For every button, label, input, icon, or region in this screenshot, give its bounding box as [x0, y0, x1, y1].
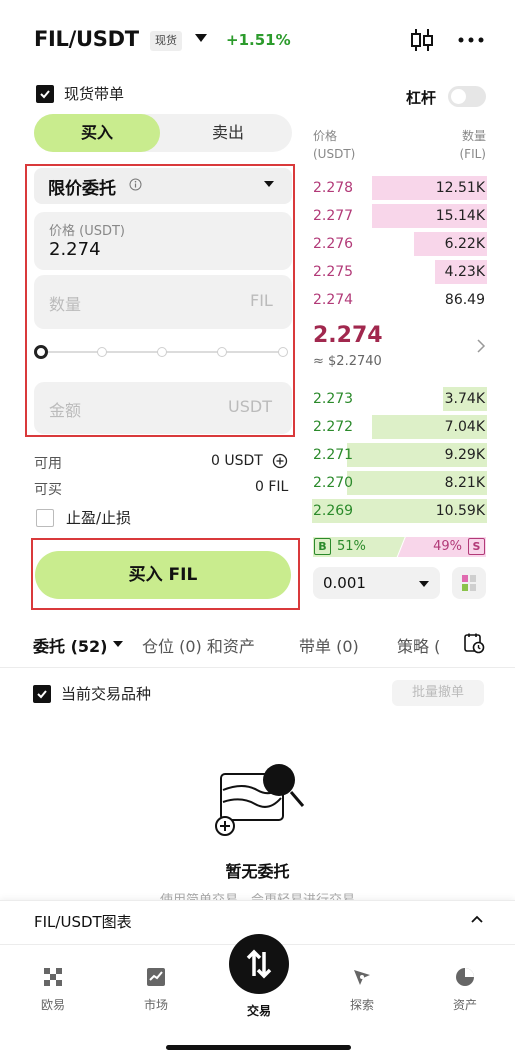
bid-row[interactable]: 2.271 9.29K: [312, 443, 487, 467]
ask-price: 2.274: [313, 292, 354, 308]
leverage-toggle[interactable]: [448, 86, 486, 107]
chevron-right-icon[interactable]: [476, 338, 486, 354]
ask-row[interactable]: 2.278 12.51K: [312, 176, 487, 200]
bid-quantity: 10.59K: [435, 503, 485, 519]
leverage-label: 杠杆: [406, 89, 437, 107]
nav-label-explore: 探索: [349, 998, 374, 1012]
market-chart-icon: [147, 968, 165, 986]
chevron-up-icon[interactable]: [470, 914, 484, 924]
tpsl-label: 止盈/止损: [66, 509, 132, 527]
tab-orders[interactable]: 委托 (52): [33, 633, 107, 657]
buyable-value: 0 FIL: [255, 479, 289, 495]
qty-header-unit: (FIL): [459, 147, 487, 161]
bid-quantity: 3.74K: [444, 391, 485, 407]
ask-quantity: 12.51K: [435, 180, 485, 196]
okx-logo-icon: [44, 968, 62, 986]
orderbook-price-header: 价格 (USDT): [313, 127, 355, 163]
ask-price: 2.277: [313, 208, 354, 224]
ask-price: 2.275: [313, 264, 354, 280]
nav-item-trade[interactable]: [229, 934, 289, 994]
buy-sell-ratio-bar: B 51% 49% S: [313, 537, 486, 557]
tpsl-checkbox[interactable]: [36, 509, 54, 527]
nav-item-explore[interactable]: 探索: [332, 966, 392, 1013]
available-value: 0 USDT: [211, 453, 263, 469]
pair-dropdown-caret-icon[interactable]: [195, 34, 207, 42]
trade-arrows-icon: [246, 949, 272, 979]
follow-order-checkbox[interactable]: [36, 85, 54, 103]
bid-row[interactable]: 2.270 8.21K: [312, 471, 487, 495]
sell-ratio-text: 49%: [433, 539, 462, 554]
price-header-unit: (USDT): [313, 147, 356, 161]
current-pair-label: 当前交易品种: [61, 685, 152, 703]
nav-item-assets[interactable]: 资产: [435, 966, 495, 1013]
ask-quantity: 86.49: [444, 292, 485, 308]
nav-label-assets: 资产: [452, 998, 477, 1012]
more-options-icon[interactable]: [455, 26, 487, 54]
bid-price: 2.269: [313, 503, 354, 519]
bid-quantity: 9.29K: [444, 447, 485, 463]
home-indicator: [166, 1045, 351, 1050]
explore-compass-icon: [354, 970, 370, 985]
nav-label-trade: 交易: [246, 1004, 271, 1018]
price-header-label: 价格: [313, 129, 338, 143]
ask-row[interactable]: 2.274 86.49: [312, 288, 487, 312]
sell-tab[interactable]: 卖出: [164, 114, 292, 152]
sell-badge: S: [468, 538, 485, 555]
buy-ratio-text: 51%: [337, 539, 366, 554]
toggle-knob: [451, 89, 466, 104]
price-change-percent: +1.51%: [226, 31, 291, 49]
bid-quantity: 7.04K: [444, 419, 485, 435]
bid-row[interactable]: 2.273 3.74K: [312, 387, 487, 411]
deposit-plus-icon[interactable]: [272, 453, 288, 469]
ask-price: 2.278: [313, 180, 354, 196]
trading-pair-title[interactable]: FIL/USDT: [34, 27, 139, 51]
market-type-badge: 现货: [150, 31, 182, 51]
nav-item-okx[interactable]: 欧易: [23, 966, 83, 1013]
tab-strategy[interactable]: 策略 (: [397, 633, 440, 657]
bid-price: 2.272: [313, 419, 354, 435]
ask-quantity: 6.22K: [444, 236, 485, 252]
ask-quantity: 4.23K: [444, 264, 485, 280]
nav-item-market[interactable]: 市场: [126, 966, 186, 1013]
precision-value: 0.001: [323, 574, 366, 592]
ask-row[interactable]: 2.276 6.22K: [312, 232, 487, 256]
qty-header-label: 数量: [461, 129, 486, 143]
buyable-label: 可买: [34, 482, 62, 498]
last-price-usd: ≈ $2.2740: [313, 354, 382, 369]
bid-row[interactable]: 2.272 7.04K: [312, 415, 487, 439]
last-price: 2.274: [313, 323, 383, 348]
tab-orders-caret-icon[interactable]: [113, 641, 123, 647]
tab-positions[interactable]: 仓位 (0) 和资产: [142, 633, 255, 657]
precision-caret-icon: [419, 581, 429, 587]
empty-orders-illustration-icon: [215, 764, 305, 836]
bid-price: 2.271: [313, 447, 354, 463]
bid-quantity: 8.21K: [444, 475, 485, 491]
assets-pie-icon: [456, 968, 474, 986]
chart-drawer-label: FIL/USDT图表: [34, 913, 132, 931]
empty-state-title: 暂无委托: [225, 862, 290, 881]
buy-tab[interactable]: 买入: [34, 114, 160, 152]
ask-row[interactable]: 2.277 15.14K: [312, 204, 487, 228]
follow-order-label: 现货带单: [64, 85, 125, 103]
order-history-icon[interactable]: [463, 632, 485, 654]
batch-cancel-button[interactable]: 批量撤单: [392, 680, 484, 706]
nav-label-market: 市场: [143, 998, 168, 1012]
buy-button-highlight: [31, 538, 300, 610]
available-label: 可用: [34, 456, 62, 472]
ask-row[interactable]: 2.275 4.23K: [312, 260, 487, 284]
order-form-highlight: [25, 164, 295, 437]
current-pair-checkbox[interactable]: [33, 685, 51, 703]
nav-label-okx: 欧易: [40, 998, 65, 1012]
buy-badge: B: [314, 538, 331, 555]
ask-quantity: 15.14K: [435, 208, 485, 224]
orderbook-qty-header: 数量 (FIL): [440, 127, 487, 163]
candlestick-chart-icon[interactable]: [408, 26, 436, 54]
bid-row[interactable]: 2.269 10.59K: [312, 499, 487, 523]
ask-price: 2.276: [313, 236, 354, 252]
orderbook-layout-icon[interactable]: [452, 567, 486, 599]
bid-price: 2.273: [313, 391, 354, 407]
tabs-divider: [0, 667, 515, 668]
tab-copy-orders[interactable]: 带单 (0): [299, 633, 359, 657]
bid-price: 2.270: [313, 475, 354, 491]
